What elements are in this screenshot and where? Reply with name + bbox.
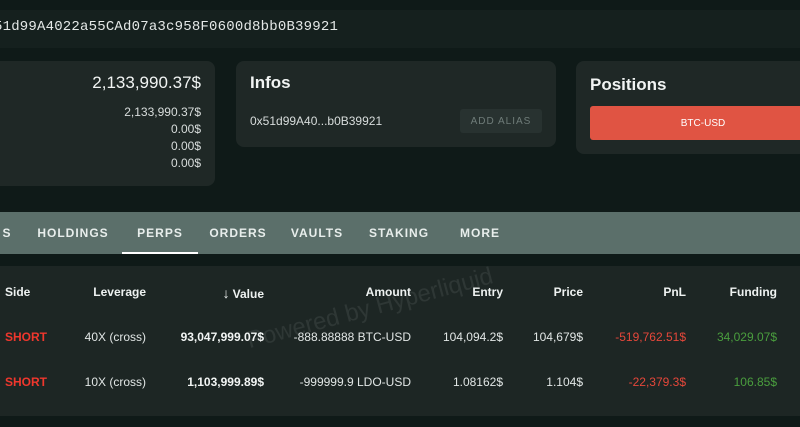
- infos-address[interactable]: 0x51d99A40...b0B39921: [250, 114, 382, 128]
- total-balance: 2,133,990.37$: [92, 73, 201, 92]
- positions-title: Positions: [590, 75, 667, 94]
- row-pnl: -22,379.3$: [628, 375, 686, 389]
- header-pnl[interactable]: PnL: [663, 285, 686, 299]
- infos-title: Infos: [250, 73, 291, 92]
- header-value-label: Value: [232, 287, 264, 301]
- row-leverage: 10X (cross): [84, 375, 146, 389]
- balance-row: 0.00$: [170, 122, 201, 136]
- row-price: 104,679$: [532, 330, 583, 344]
- infos-card: Infos 0x51d99A40...b0B39921 ADD ALIAS: [236, 61, 556, 147]
- row-price: 1.104$: [546, 375, 583, 389]
- tab-positions[interactable]: S: [0, 212, 16, 254]
- header-price[interactable]: Price: [554, 285, 583, 299]
- tab-perps[interactable]: PERPS: [122, 212, 198, 254]
- header-leverage[interactable]: Leverage: [93, 285, 146, 299]
- row-side: SHORT: [5, 375, 47, 389]
- balance-card: 2,133,990.37$ 2,133,990.37$ 0.00$ 0.00$ …: [0, 61, 215, 186]
- balance-breakdown: 2,133,990.37$ 0.00$ 0.00$ 0.00$: [124, 104, 201, 172]
- address-bar: 51d99A4022a55CAd07a3c958F0600d8bb0B39921: [0, 10, 800, 48]
- wallet-address[interactable]: 51d99A4022a55CAd07a3c958F0600d8bb0B39921: [0, 19, 338, 35]
- row-pnl: -519,762.51$: [615, 330, 686, 344]
- position-btc-usd-button[interactable]: BTC-USD: [590, 106, 800, 140]
- tab-bar: S HOLDINGS PERPS ORDERS VAULTS STAKING M…: [0, 212, 800, 254]
- row-leverage: 40X (cross): [84, 330, 146, 344]
- header-funding[interactable]: Funding: [730, 285, 777, 299]
- balance-row: 0.00$: [170, 156, 201, 170]
- tab-more[interactable]: MORE: [452, 212, 508, 254]
- row-funding: 34,029.07$: [716, 330, 777, 344]
- positions-card: Positions BTC-USD: [576, 61, 800, 154]
- tab-staking[interactable]: STAKING: [360, 212, 438, 254]
- tab-holdings[interactable]: HOLDINGS: [30, 212, 116, 254]
- balance-row: 2,133,990.37$: [124, 105, 201, 119]
- tab-vaults[interactable]: VAULTS: [284, 212, 350, 254]
- balance-row: 0.00$: [170, 139, 201, 153]
- row-entry: 104,094.2$: [442, 330, 503, 344]
- add-alias-button[interactable]: ADD ALIAS: [460, 109, 542, 133]
- header-value[interactable]: ↓ Value: [223, 285, 264, 301]
- row-value: 1,103,999.89$: [187, 375, 264, 389]
- row-funding: 106.85$: [733, 375, 777, 389]
- row-amount: -999999.9 LDO-USD: [299, 375, 411, 389]
- header-side[interactable]: Side: [5, 285, 30, 299]
- tab-orders[interactable]: ORDERS: [202, 212, 274, 254]
- row-entry: 1.08162$: [452, 375, 503, 389]
- row-side: SHORT: [5, 330, 47, 344]
- arrow-down-icon: ↓: [222, 285, 230, 301]
